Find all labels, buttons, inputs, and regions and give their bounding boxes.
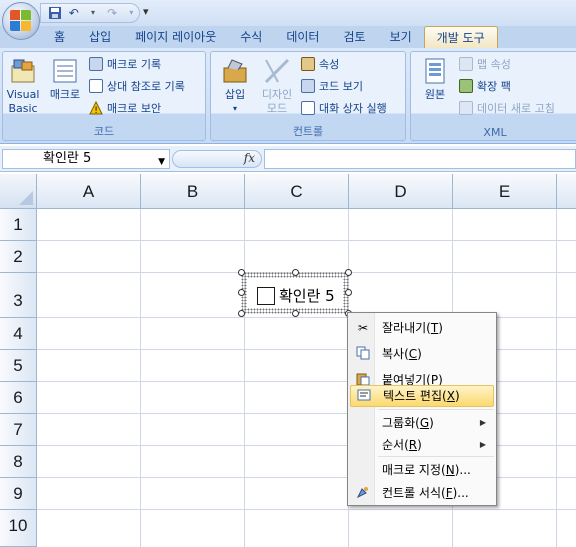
ribbon-tabs: 홈 삽입 페이지 레이아웃 수식 데이터 검토 보기 개발 도구 [0,26,576,48]
resize-handle[interactable] [238,269,245,276]
row-header-10[interactable]: 10 [0,510,37,547]
design-mode-button[interactable]: 디자인 모드 [257,56,297,116]
quick-access-toolbar: ↶ ▾ ↷ ▾ [40,3,140,23]
copy-icon [355,346,371,362]
menu-item-cut[interactable]: ✂ 잘라내기(T) [350,315,494,341]
row-header-3[interactable]: 3 [0,273,37,318]
group-xml-label: XML [483,126,507,139]
visual-basic-icon [8,56,38,86]
map-properties-button[interactable]: 맵 속성 [459,56,511,74]
format-control-icon [355,485,371,501]
properties-button[interactable]: 속성 [301,56,339,74]
select-all-button[interactable] [0,174,37,209]
office-button[interactable] [2,2,40,40]
tab-review[interactable]: 검토 [331,26,377,48]
submenu-arrow-icon: ▶ [479,440,486,449]
column-header-e[interactable]: E [453,174,557,209]
view-code-button[interactable]: 코드 보기 [301,78,363,96]
expansion-packs-icon [459,79,473,93]
checkbox-control[interactable]: 확인란 5 [238,269,352,317]
resize-handle[interactable] [345,289,352,296]
tab-page-layout[interactable]: 페이지 레이아웃 [123,26,228,48]
group-code: Visual Basic 매크로 매크로 기록 상대 참조로 기록 ! 매크로 보… [2,51,206,141]
tab-formulas[interactable]: 수식 [228,26,274,48]
macro-button[interactable]: 매크로 [45,56,85,102]
name-box-value: 확인란 5 [43,151,92,166]
relative-reference-icon [89,79,103,93]
run-dialog-icon [301,101,315,115]
xml-source-icon [420,56,450,86]
record-macro-icon [89,57,103,71]
redo-icon[interactable]: ↷ [105,6,120,20]
tab-view[interactable]: 보기 [378,26,424,48]
redo-dropdown-icon[interactable]: ▾ [124,6,139,20]
macro-security-button[interactable]: ! 매크로 보안 [89,100,161,118]
row-header-7[interactable]: 7 [0,414,37,446]
row-header-1[interactable]: 1 [0,209,37,241]
xml-source-button[interactable]: 원본 [415,56,455,102]
design-mode-icon [262,56,292,86]
column-header-c[interactable]: C [245,174,349,209]
svg-text:!: ! [94,106,98,115]
run-dialog-button[interactable]: 대화 상자 실행 [301,100,387,118]
insert-function-icon[interactable]: fx [244,151,255,165]
row-header-4[interactable]: 4 [0,318,37,350]
menu-item-edit-text[interactable]: 텍스트 편집(X) [350,385,494,407]
column-header-f[interactable] [557,174,576,209]
resize-handle[interactable] [345,269,352,276]
undo-icon[interactable]: ↶ [66,6,81,20]
resize-handle[interactable] [238,289,245,296]
column-header-d[interactable]: D [349,174,453,209]
view-code-icon [301,79,315,93]
tab-insert[interactable]: 삽입 [77,26,123,48]
edit-text-icon [356,388,372,404]
row-header-8[interactable]: 8 [0,446,37,478]
warning-icon: ! [89,100,103,116]
scissors-icon: ✂ [357,321,369,335]
row-header-5[interactable]: 5 [0,350,37,382]
refresh-data-icon [459,101,473,115]
record-macro-button[interactable]: 매크로 기록 [89,56,161,74]
properties-icon [301,57,315,71]
group-controls: 삽입 ▾ 디자인 모드 속성 코드 보기 대화 상자 실행 컨트롤 [210,51,406,141]
name-box-dropdown-icon[interactable]: ▼ [158,153,165,171]
refresh-data-button[interactable]: 데이터 새로 고침 [459,100,555,118]
group-xml: 원본 맵 속성 확장 팩 데이터 새로 고침 XML [410,51,576,141]
menu-item-copy[interactable]: 복사(C) [350,341,494,367]
tab-data[interactable]: 데이터 [274,26,331,48]
relative-reference-button[interactable]: 상대 참조로 기록 [89,78,185,96]
toolbox-icon [220,56,250,86]
checkbox-square[interactable] [257,287,275,305]
context-menu: ✂ 잘라내기(T) 복사(C) 붙여넣기(P) 텍스트 편집(X) 그룹화(G)… [347,312,497,506]
expansion-packs-button[interactable]: 확장 팩 [459,78,511,96]
row-header-6[interactable]: 6 [0,382,37,414]
function-area: fx [172,150,262,168]
tab-home[interactable]: 홈 [42,26,77,48]
row-header-9[interactable]: 9 [0,478,37,510]
name-box[interactable]: 확인란 5 ▼ [2,149,170,169]
formula-bar: 확인란 5 ▼ fx [0,146,576,172]
office-logo-icon [10,10,32,32]
menu-item-order[interactable]: 순서(R) ▶ [350,432,494,458]
customize-qat-button[interactable]: ▾ [143,5,149,18]
group-controls-label: 컨트롤 [292,125,324,138]
menu-item-format-control[interactable]: 컨트롤 서식(F)... [350,480,494,506]
row-header-2[interactable]: 2 [0,241,37,273]
visual-basic-button[interactable]: Visual Basic [3,56,43,116]
ribbon: Visual Basic 매크로 매크로 기록 상대 참조로 기록 ! 매크로 보… [0,48,576,144]
map-properties-icon [459,57,473,71]
checkbox-label: 확인란 5 [279,287,335,305]
column-header-a[interactable]: A [37,174,141,209]
undo-dropdown-icon[interactable]: ▾ [85,6,100,20]
save-icon[interactable] [47,6,62,20]
insert-control-button[interactable]: 삽입 ▾ [215,56,255,116]
resize-handle[interactable] [292,310,299,317]
formula-input[interactable] [264,149,576,169]
tab-developer[interactable]: 개발 도구 [423,26,498,48]
macro-icon [50,56,80,86]
resize-handle[interactable] [238,310,245,317]
resize-handle[interactable] [292,269,299,276]
group-code-label: 코드 [93,125,115,138]
column-header-b[interactable]: B [141,174,245,209]
